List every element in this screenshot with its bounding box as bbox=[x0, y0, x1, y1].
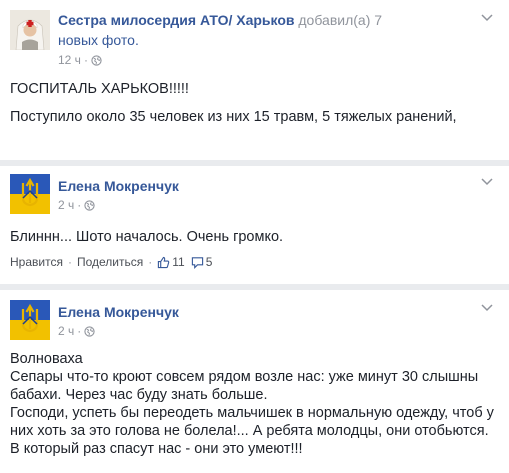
post-text: Блиннн... Шото началось. Очень громко. bbox=[10, 229, 284, 245]
author-avatar[interactable] bbox=[10, 174, 50, 214]
likes-count-value: 11 bbox=[172, 255, 185, 269]
author-name[interactable]: Елена Мокренчук bbox=[58, 304, 179, 320]
author-avatar[interactable] bbox=[10, 300, 50, 340]
comments-count-value: 5 bbox=[205, 255, 213, 269]
post-line: В который раз спасут нас - они это умеют… bbox=[10, 441, 303, 457]
post-meta: 12 ч · bbox=[58, 53, 102, 67]
post-line: Сепары что-то кроют совсем рядом возле н… bbox=[10, 369, 479, 385]
timestamp[interactable]: 2 ч bbox=[58, 198, 74, 212]
likes-count[interactable]: 11 bbox=[157, 255, 185, 269]
post-body: ГОСПИТАЛЬ ХАРЬКОВ!!!!! Поступило около 3… bbox=[10, 80, 499, 126]
thumbs-up-icon bbox=[158, 256, 170, 268]
post-header: Елена Мокренчук bbox=[58, 178, 179, 194]
action-separator: · bbox=[148, 255, 153, 269]
post-header-line2: новых фото. bbox=[58, 32, 139, 48]
timestamp[interactable]: 12 ч bbox=[58, 53, 81, 67]
author-name[interactable]: Сестра милосердия АТО/ Харьков bbox=[58, 12, 295, 28]
nurse-avatar-image bbox=[10, 10, 50, 50]
post-header: Елена Мокренчук bbox=[58, 304, 179, 320]
photos-link[interactable]: новых фото. bbox=[58, 32, 139, 48]
post-actions: Нравится · Поделиться · 11 5 bbox=[10, 255, 212, 269]
post-body: Блиннн... Шото началось. Очень громко. bbox=[10, 228, 499, 246]
globe-icon[interactable] bbox=[84, 325, 95, 337]
share-link[interactable]: Поделиться bbox=[77, 255, 143, 269]
comment-icon bbox=[191, 256, 203, 269]
meta-separator: · bbox=[77, 324, 82, 338]
post-text: Поступило около 35 человек из них 15 тра… bbox=[10, 109, 457, 125]
post-meta: 2 ч · bbox=[58, 198, 95, 212]
globe-icon[interactable] bbox=[91, 54, 102, 66]
post-line: них хоть за это голова не болела!... А р… bbox=[10, 423, 489, 439]
author-name[interactable]: Елена Мокренчук bbox=[58, 178, 179, 194]
chevron-down-icon[interactable] bbox=[479, 302, 495, 314]
like-link[interactable]: Нравится bbox=[10, 255, 63, 269]
meta-separator: · bbox=[83, 53, 88, 67]
post-line: Волноваха bbox=[10, 351, 83, 367]
post-line: бабахи. Через час буду знать больше. bbox=[10, 387, 268, 403]
chevron-down-icon[interactable] bbox=[479, 12, 495, 24]
comments-count[interactable]: 5 bbox=[191, 255, 213, 269]
chevron-down-icon[interactable] bbox=[479, 176, 495, 188]
post-card: Сестра милосердия АТО/ Харьков добавил(а… bbox=[0, 0, 509, 160]
meta-separator: · bbox=[77, 198, 82, 212]
post-header: Сестра милосердия АТО/ Харьков добавил(а… bbox=[58, 12, 382, 28]
post-line: Господи, успеть бы переодеть мальчишек в… bbox=[10, 405, 494, 421]
post-meta: 2 ч · bbox=[58, 324, 95, 338]
author-avatar[interactable] bbox=[10, 10, 50, 50]
action-text: добавил(а) 7 bbox=[298, 12, 383, 28]
flag-trident-avatar-image bbox=[10, 174, 50, 214]
action-separator: · bbox=[67, 255, 72, 269]
timestamp[interactable]: 2 ч bbox=[58, 324, 74, 338]
flag-trident-avatar-image bbox=[10, 300, 50, 340]
post-headline: ГОСПИТАЛЬ ХАРЬКОВ!!!!! bbox=[10, 81, 189, 97]
post-body: Волноваха Сепары что-то кроют совсем ряд… bbox=[10, 350, 499, 458]
globe-icon[interactable] bbox=[84, 199, 95, 211]
post-card: Елена Мокренчук 2 ч · Волноваха Сепары ч… bbox=[0, 290, 509, 473]
post-card: Елена Мокренчук 2 ч · Блиннн... Шото нач… bbox=[0, 166, 509, 284]
